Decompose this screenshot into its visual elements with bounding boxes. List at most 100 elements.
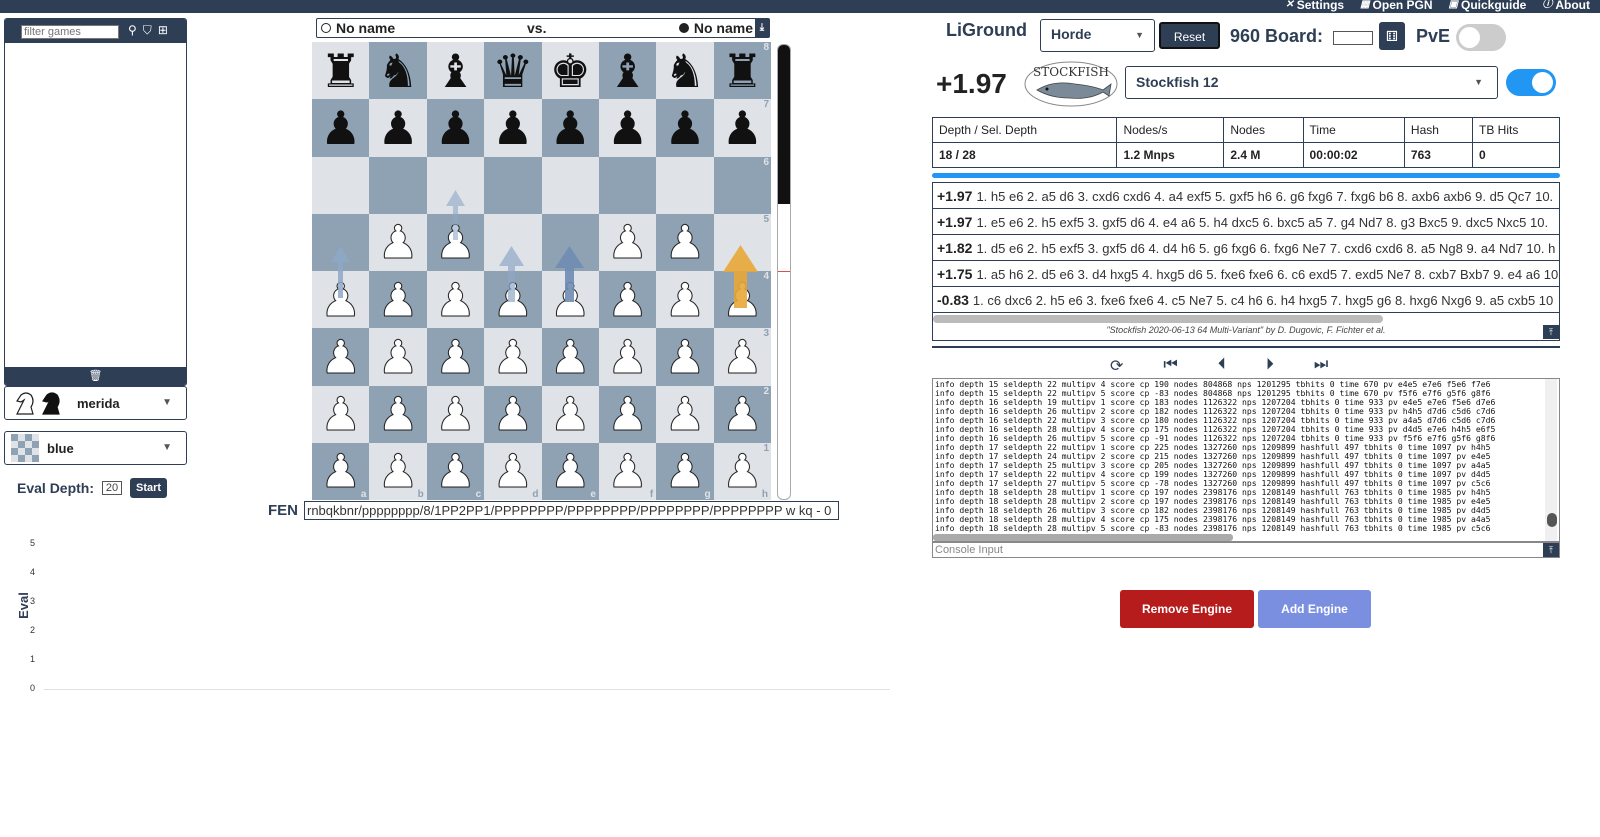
trash-icon[interactable]: 🗑: [89, 370, 103, 382]
square-h2[interactable]: ♟ 2: [713, 385, 772, 443]
square-a1[interactable]: ♟ a: [312, 442, 370, 501]
square-a6[interactable]: [312, 156, 370, 214]
white-pawn-piece[interactable]: ♟: [664, 448, 706, 495]
square-c8[interactable]: ♝: [426, 42, 485, 100]
white-pawn-piece[interactable]: ♟: [606, 219, 648, 266]
white-pawn-piece[interactable]: ♟: [320, 448, 362, 495]
square-g8[interactable]: ♞: [656, 42, 714, 100]
white-pawn-piece[interactable]: ♟: [664, 276, 706, 323]
white-pawn-piece[interactable]: ♟: [606, 391, 648, 438]
black-pawn-piece[interactable]: ♟: [435, 105, 476, 151]
square-f7[interactable]: ♟: [598, 99, 657, 157]
square-b5[interactable]: ♟: [369, 213, 427, 272]
square-b4[interactable]: ♟: [369, 271, 427, 329]
square-d8[interactable]: ♛: [484, 42, 542, 100]
white-pawn-piece[interactable]: ♟: [492, 391, 534, 438]
white-pawn-piece[interactable]: ♟: [549, 333, 591, 380]
first-move-icon[interactable]: ⏮: [1163, 356, 1177, 376]
square-f2[interactable]: ♟: [598, 385, 657, 443]
rotate-icon[interactable]: ⟳: [1110, 356, 1123, 376]
square-h4[interactable]: ♟ 4: [713, 271, 772, 329]
filter-icon[interactable]: ⛉: [143, 23, 152, 38]
white-pawn-piece[interactable]: ♟: [721, 448, 763, 495]
square-d2[interactable]: ♟: [484, 385, 542, 443]
square-g3[interactable]: ♟: [656, 328, 714, 386]
black-pawn-piece[interactable]: ♟: [607, 105, 648, 151]
white-pawn-piece[interactable]: ♟: [664, 219, 706, 266]
engine-toggle[interactable]: [1506, 69, 1556, 96]
white-player[interactable]: No name: [321, 20, 395, 36]
dice-icon[interactable]: ⚅: [1379, 22, 1405, 50]
black-pawn-piece[interactable]: ♟: [722, 105, 763, 151]
square-d1[interactable]: ♟ d: [484, 442, 542, 501]
square-g4[interactable]: ♟: [656, 271, 714, 329]
square-e2[interactable]: ♟: [541, 385, 599, 443]
square-b1[interactable]: ♟ b: [369, 442, 427, 501]
square-f3[interactable]: ♟: [598, 328, 657, 386]
black-bishop-piece[interactable]: ♝: [435, 48, 476, 94]
white-pawn-piece[interactable]: ♟: [664, 333, 706, 380]
white-pawn-piece[interactable]: ♟: [434, 333, 476, 380]
white-pawn-piece[interactable]: ♟: [434, 448, 476, 495]
reset-button[interactable]: Reset: [1159, 22, 1220, 49]
square-c1[interactable]: ♟ c: [426, 442, 485, 501]
variant-select[interactable]: Horde ▼: [1040, 19, 1155, 52]
white-pawn-piece[interactable]: ♟: [320, 333, 362, 380]
collapse-up-icon[interactable]: ⤒: [1543, 543, 1559, 557]
menu-quickguide[interactable]: ▣ Quickguide: [1449, 0, 1527, 12]
square-h5[interactable]: 5: [713, 213, 772, 272]
black-queen-piece[interactable]: ♛: [492, 48, 533, 94]
white-pawn-piece[interactable]: ♟: [721, 391, 763, 438]
black-king-piece[interactable]: ♚: [550, 48, 591, 94]
console-input[interactable]: Console Input ⤒: [932, 542, 1560, 558]
eval-depth-input[interactable]: 20: [102, 481, 123, 495]
menu-open-pgn[interactable]: ▦ Open PGN: [1360, 0, 1432, 12]
square-d6[interactable]: [484, 156, 542, 214]
square-g6[interactable]: [656, 156, 714, 214]
square-e7[interactable]: ♟: [541, 99, 599, 157]
square-g1[interactable]: ♟ g: [656, 442, 714, 501]
square-f8[interactable]: ♝: [598, 42, 657, 100]
white-pawn-piece[interactable]: ♟: [377, 333, 419, 380]
square-b8[interactable]: ♞: [369, 42, 427, 100]
square-d3[interactable]: ♟: [484, 328, 542, 386]
white-pawn-piece[interactable]: ♟: [549, 276, 591, 323]
white-pawn-piece[interactable]: ♟: [492, 333, 534, 380]
black-pawn-piece[interactable]: ♟: [492, 105, 533, 151]
square-f1[interactable]: ♟ f: [598, 442, 657, 501]
white-pawn-piece[interactable]: ♟: [434, 391, 476, 438]
white-pawn-piece[interactable]: ♟: [434, 219, 476, 266]
white-pawn-piece[interactable]: ♟: [434, 276, 476, 323]
next-move-icon[interactable]: ⏵: [1266, 356, 1274, 376]
chessboard[interactable]: ♜ ♞ ♝ ♛ ♚ ♝ ♞ ♜ 8 ♟ ♟ ♟ ♟ ♟ ♟ ♟ ♟ 7 6 ♟ ♟ ♟ ♟ 5 ♟ ♟ ♟ ♟ ♟ ♟ ♟ ♟ 4 ♟ ♟ ♟ ♟ ♟ ♟ ♟…: [312, 42, 772, 501]
square-a3[interactable]: ♟: [312, 328, 370, 386]
white-pawn-piece[interactable]: ♟: [492, 276, 534, 323]
white-pawn-piece[interactable]: ♟: [377, 276, 419, 323]
square-b7[interactable]: ♟: [369, 99, 427, 157]
white-pawn-piece[interactable]: ♟: [320, 276, 362, 323]
square-g2[interactable]: ♟: [656, 385, 714, 443]
square-f6[interactable]: [598, 156, 657, 214]
square-c3[interactable]: ♟: [426, 328, 485, 386]
fen-input[interactable]: rnbqkbnr/pppppppp/8/1PP2PP1/PPPPPPPP/PPP…: [304, 501, 839, 520]
black-knight-piece[interactable]: ♞: [664, 48, 705, 94]
square-a8[interactable]: ♜: [312, 42, 370, 100]
white-pawn-piece[interactable]: ♟: [606, 276, 648, 323]
square-c6[interactable]: [426, 156, 485, 214]
square-c2[interactable]: ♟: [426, 385, 485, 443]
pv-line[interactable]: +1.97 1. h5 e6 2. a5 d6 3. cxd6 cxd6 4. a…: [933, 183, 1559, 209]
console-horizontal-scrollbar[interactable]: [933, 534, 1233, 541]
white-pawn-piece[interactable]: ♟: [664, 391, 706, 438]
white-pawn-piece[interactable]: ♟: [606, 333, 648, 380]
menu-settings[interactable]: ✕ Settings: [1285, 0, 1344, 12]
square-h8[interactable]: ♜ 8: [713, 42, 772, 100]
square-c5[interactable]: ♟: [426, 213, 485, 272]
uci-console[interactable]: info depth 15 seldepth 22 multipv 4 scor…: [932, 378, 1560, 542]
pv-line[interactable]: -0.83 1. c6 dxc6 2. h5 e6 3. fxe6 fxe6 4.…: [933, 287, 1559, 313]
square-e8[interactable]: ♚: [541, 42, 599, 100]
last-move-icon[interactable]: ⏭: [1314, 356, 1328, 376]
white-pawn-piece[interactable]: ♟: [721, 333, 763, 380]
square-d4[interactable]: ♟: [484, 271, 542, 329]
square-b2[interactable]: ♟: [369, 385, 427, 443]
square-e5[interactable]: [541, 213, 599, 272]
